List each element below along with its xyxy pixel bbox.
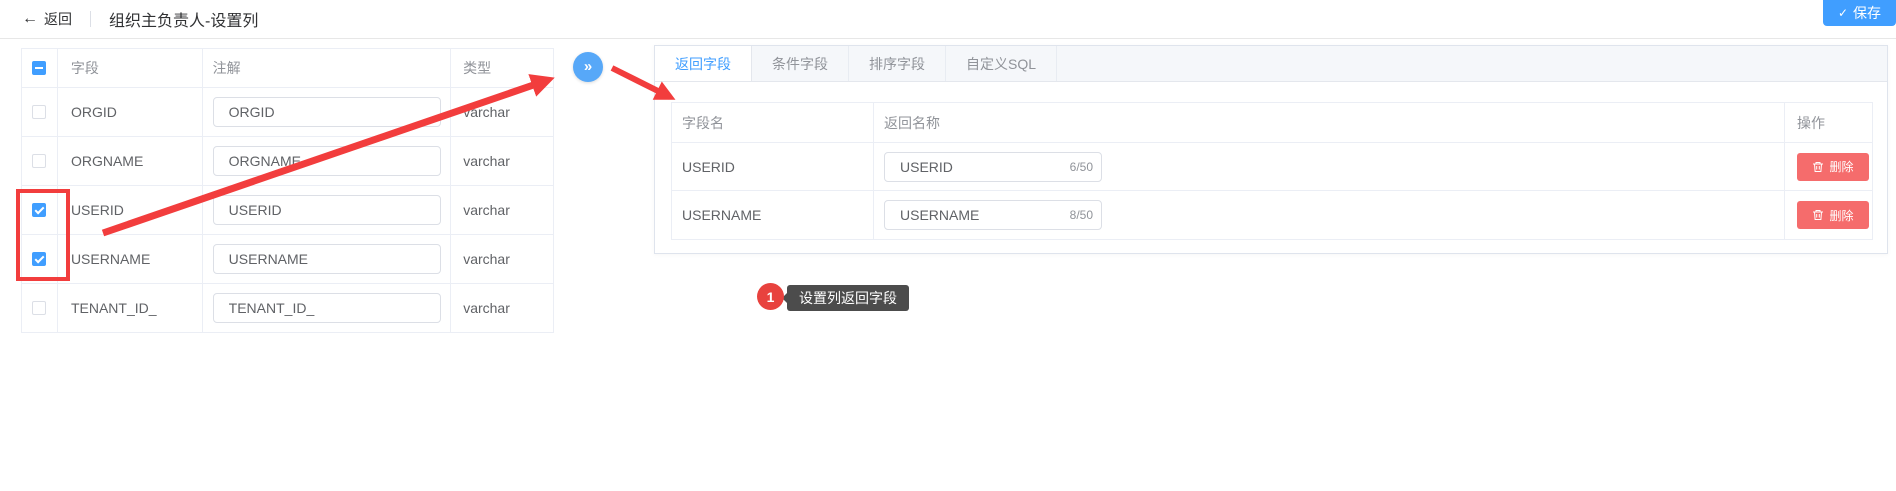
delete-button[interactable]: 删除 xyxy=(1797,152,1869,181)
table-row: ORGID varchar xyxy=(22,88,553,137)
table-header-row: 字段 注解 类型 xyxy=(22,49,553,88)
row-checkbox[interactable] xyxy=(32,105,47,119)
field-type: varchar xyxy=(463,104,510,120)
field-name: USERNAME xyxy=(58,235,203,283)
save-label: 保存 xyxy=(1853,5,1882,21)
table-row: USERNAME 8/50 删除 xyxy=(672,191,1872,239)
comment-input[interactable] xyxy=(212,293,441,323)
comment-input[interactable] xyxy=(212,244,441,274)
annotation-tooltip: 设置列返回字段 xyxy=(782,285,909,311)
tab-return-fields[interactable]: 返回字段 xyxy=(655,46,752,81)
char-counter: 6/50 xyxy=(1069,159,1093,174)
tab-condition-fields[interactable]: 条件字段 xyxy=(752,46,849,81)
comment-input[interactable] xyxy=(212,195,441,225)
delete-label: 删除 xyxy=(1829,160,1854,174)
source-fields-table: 字段 注解 类型 ORGID varchar ORGNAME varchar U… xyxy=(21,48,554,333)
field-name: USERNAME xyxy=(672,191,874,239)
title-divider xyxy=(90,11,91,27)
delete-label: 删除 xyxy=(1829,208,1854,223)
comment-input[interactable] xyxy=(212,97,441,127)
trash-icon xyxy=(1813,161,1824,172)
column-header-comment: 注解 xyxy=(203,49,452,87)
field-type: varchar xyxy=(463,202,510,218)
row-checkbox[interactable] xyxy=(32,203,47,217)
column-header-operation: 操作 xyxy=(1797,114,1825,131)
field-type: varchar xyxy=(463,251,510,267)
return-fields-content: 字段名 返回名称 操作 USERID 6/50 xyxy=(655,82,1887,256)
transfer-fields-button[interactable]: » xyxy=(573,52,603,82)
table-row: ORGNAME varchar xyxy=(22,137,553,186)
field-name: USERID xyxy=(672,143,874,190)
row-checkbox[interactable] xyxy=(32,252,47,266)
char-counter: 8/50 xyxy=(1069,208,1093,222)
step-number-badge: 1 xyxy=(757,283,784,310)
back-label: 返回 xyxy=(44,11,72,27)
step-number: 1 xyxy=(766,288,775,305)
top-bar: ← 返回 组织主负责人-设置列 ✓ 保存 xyxy=(0,0,1896,39)
field-name: ORGID xyxy=(58,88,203,136)
check-icon: ✓ xyxy=(1837,6,1849,20)
return-fields-table: 字段名 返回名称 操作 USERID 6/50 xyxy=(671,102,1873,240)
column-header-field: 字段 xyxy=(58,49,203,87)
tab-custom-sql[interactable]: 自定义SQL xyxy=(946,46,1058,81)
table-row: USERID 6/50 删除 xyxy=(672,143,1872,191)
page-title: 组织主负责人-设置列 xyxy=(109,13,259,30)
field-settings-panel: 返回字段 条件字段 排序字段 自定义SQL 字段名 返回名称 操作 USERID… xyxy=(654,45,1888,254)
row-checkbox[interactable] xyxy=(32,301,47,315)
back-button[interactable]: ← 返回 xyxy=(22,9,72,29)
field-type: varchar xyxy=(463,153,510,169)
delete-button[interactable]: 删除 xyxy=(1797,201,1869,229)
comment-input[interactable] xyxy=(212,146,441,176)
double-chevron-right-icon: » xyxy=(583,57,593,75)
trash-icon xyxy=(1813,210,1824,220)
field-type: varchar xyxy=(463,300,510,316)
table-row: TENANT_ID_ varchar xyxy=(22,284,553,333)
table-row: USERID varchar xyxy=(22,186,553,235)
tab-sort-fields[interactable]: 排序字段 xyxy=(849,46,946,81)
column-header-return-name: 返回名称 xyxy=(874,103,1785,142)
row-checkbox[interactable] xyxy=(32,154,47,168)
column-header-field-name: 字段名 xyxy=(672,103,874,142)
field-name: ORGNAME xyxy=(58,137,203,185)
panel-tabs: 返回字段 条件字段 排序字段 自定义SQL xyxy=(655,46,1887,82)
table-row: USERNAME varchar xyxy=(22,235,553,284)
column-header-type: 类型 xyxy=(463,60,492,76)
table-header-row: 字段名 返回名称 操作 xyxy=(672,103,1872,143)
field-name: USERID xyxy=(58,186,203,234)
page: ← 返回 组织主负责人-设置列 ✓ 保存 字段 注解 类型 ORGID varc… xyxy=(0,0,1896,491)
back-arrow-icon: ← xyxy=(22,10,38,27)
field-name: TENANT_ID_ xyxy=(58,284,203,332)
select-all-checkbox[interactable] xyxy=(32,61,47,75)
save-button[interactable]: ✓ 保存 xyxy=(1823,0,1896,26)
